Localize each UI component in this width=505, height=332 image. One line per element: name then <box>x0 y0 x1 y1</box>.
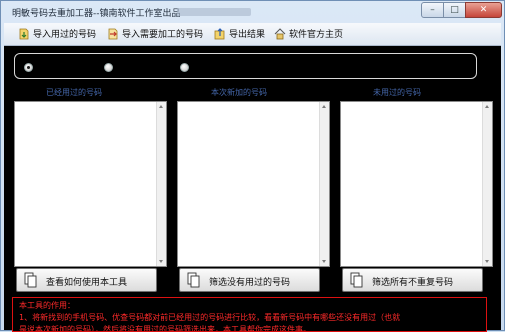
scroll-up-icon[interactable] <box>322 105 326 108</box>
toolbar-export[interactable]: 导出结果 <box>214 27 265 41</box>
help-button-label: 查看如何使用本工具 <box>46 278 128 288</box>
toolbar-import-process-label: 导入需要加工的号码 <box>122 30 204 40</box>
title-bar[interactable]: 明敏号码去重加工器--镇南软件工作室出品 – □ ✕ <box>1 1 504 23</box>
window-title: 明敏号码去重加工器--镇南软件工作室出品 <box>12 9 181 19</box>
title-redacted-area <box>177 8 251 16</box>
toolbar-homepage-label: 软件官方主页 <box>289 30 344 40</box>
scroll-down-icon[interactable] <box>485 260 489 263</box>
used-numbers-label: 已经用过的号码 <box>46 88 102 97</box>
toolbar-export-label: 导出结果 <box>229 30 266 40</box>
scroll-up-icon[interactable] <box>485 105 489 108</box>
new-numbers-scrollbar[interactable] <box>319 102 329 266</box>
filter-unused-button-label: 筛选没有用过的号码 <box>209 278 291 288</box>
toolbar-import-used-label: 导入用过的号码 <box>33 30 97 40</box>
scroll-down-icon[interactable] <box>159 260 163 263</box>
import-process-icon <box>108 28 118 39</box>
scroll-down-icon[interactable] <box>322 260 326 263</box>
help-button[interactable]: 查看如何使用本工具 <box>16 268 157 292</box>
document-copy-icon <box>24 272 37 288</box>
mode-radio-group <box>14 53 477 79</box>
document-copy-icon <box>187 272 200 288</box>
toolbar: 导入用过的号码 导入需要加工的号码 导出结果 软件官方主页 <box>4 23 501 46</box>
tool-description-box: 本工具的作用： 1、将新找到的手机号码、优查号码都对前已经用过的号码进行比较，看… <box>12 297 487 332</box>
new-numbers-label: 本次新加的号码 <box>211 88 267 97</box>
mode-radio-3[interactable] <box>180 63 189 72</box>
scroll-up-icon[interactable] <box>159 105 163 108</box>
tool-description-title: 本工具的作用： <box>19 301 75 310</box>
used-numbers-scrollbar[interactable] <box>156 102 166 266</box>
used-numbers-list[interactable] <box>14 101 167 267</box>
toolbar-import-process[interactable]: 导入需要加工的号码 <box>107 27 203 41</box>
filter-unique-button-label: 筛选所有不重复号码 <box>372 278 454 288</box>
new-numbers-list[interactable] <box>177 101 330 267</box>
unused-numbers-label: 未用过的号码 <box>373 88 421 97</box>
import-icon <box>19 28 29 39</box>
filter-unique-button[interactable]: 筛选所有不重复号码 <box>342 268 483 292</box>
maximize-button[interactable]: □ <box>443 2 466 18</box>
minimize-button[interactable]: – <box>421 2 444 18</box>
filter-unused-button[interactable]: 筛选没有用过的号码 <box>179 268 320 292</box>
unused-numbers-scrollbar[interactable] <box>482 102 492 266</box>
export-icon <box>214 27 225 39</box>
mode-radio-2[interactable] <box>104 63 113 72</box>
mode-radio-1[interactable] <box>24 63 33 72</box>
home-icon <box>274 27 286 39</box>
document-copy-icon <box>350 272 363 288</box>
close-button[interactable]: ✕ <box>465 2 502 18</box>
toolbar-homepage[interactable]: 软件官方主页 <box>274 27 343 41</box>
main-window: 明敏号码去重加工器--镇南软件工作室出品 – □ ✕ 导入用过的号码 导入需要加… <box>0 0 505 332</box>
tool-description-line-1: 1、将新找到的手机号码、优查号码都对前已经用过的号码进行比较，看看新号码中有哪些… <box>19 313 401 322</box>
toolbar-import-used[interactable]: 导入用过的号码 <box>18 27 96 41</box>
unused-numbers-list[interactable] <box>340 101 493 267</box>
